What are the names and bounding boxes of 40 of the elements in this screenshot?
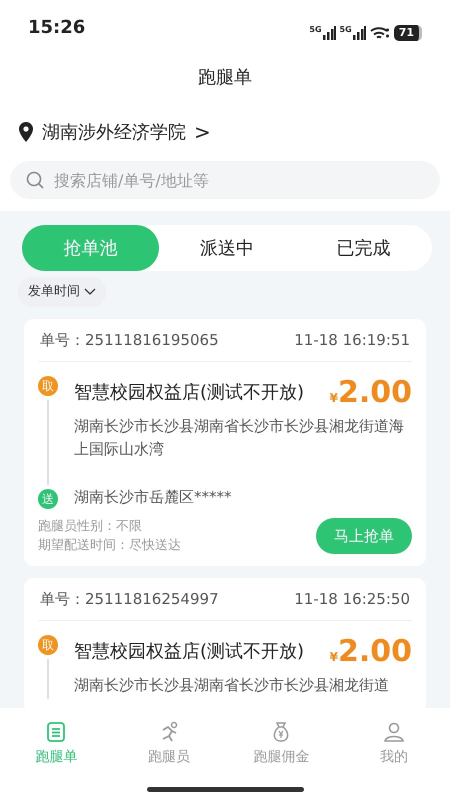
pickup-marker: 取 [38, 635, 58, 655]
order-time: 11-18 16:25:50 [294, 588, 410, 610]
tab[interactable]: 抢单池 [22, 225, 159, 271]
wifi-icon [370, 26, 390, 40]
order-price: ¥2.00 [330, 374, 412, 412]
tab[interactable]: 派送中 [158, 225, 296, 271]
location-pin-icon [18, 122, 34, 142]
expected-time: 期望配送时间：尽快送达 [38, 537, 181, 555]
runner-gender: 跑腿员性别：不限 [38, 518, 143, 536]
status-time: 15:26 [28, 16, 86, 40]
grab-order-button[interactable]: 马上抢单 [316, 518, 412, 554]
chevron-icon[interactable]: > [194, 117, 211, 147]
order-price: ¥2.00 [330, 633, 412, 671]
location-link[interactable]: 湖南涉外经济学院 [42, 118, 186, 146]
clipboard-icon [45, 721, 68, 743]
order-time: 11-18 16:19:51 [294, 330, 410, 350]
caret-icon [84, 288, 96, 296]
network-label: 5G [309, 26, 322, 34]
store-name: 智慧校园权益店(测试不开放) [74, 381, 304, 405]
nav-tab[interactable]: 我的 [338, 720, 450, 800]
pickup-marker: 取 [38, 376, 58, 396]
nav-tab[interactable]: 跑腿佣金 [225, 720, 338, 800]
page-title: 跑腿单 [197, 66, 253, 90]
battery-level: 71 [394, 25, 422, 41]
delivery-marker: 送 [38, 488, 58, 508]
order-number: 单号：25111816195065 [40, 330, 219, 350]
person-icon [382, 721, 405, 743]
store-name: 智慧校园权益店(测试不开放) [74, 640, 304, 664]
signal-icon [322, 26, 336, 40]
sort-dropdown[interactable]: 发单时间 [18, 277, 106, 306]
nav-tab[interactable]: 跑腿单 [0, 720, 112, 800]
search-field[interactable]: 搜索店铺/单号/地址等 [10, 161, 440, 199]
delivery-address: 湖南长沙市岳麓区***** [74, 487, 232, 508]
tab[interactable]: 已完成 [295, 225, 432, 271]
pickup-address: 湖南长沙市长沙县湖南省长沙市长沙县湘龙街道海上国际山水湾 [74, 416, 405, 460]
nav-tab[interactable]: 跑腿员 [112, 720, 225, 800]
network-label: 5G [340, 26, 352, 34]
signal-icon [352, 26, 366, 40]
order-number: 单号：25111816254997 [40, 588, 219, 610]
pickup-address: 湖南长沙市长沙县湖南省长沙市长沙县湘龙街道 [74, 675, 390, 696]
